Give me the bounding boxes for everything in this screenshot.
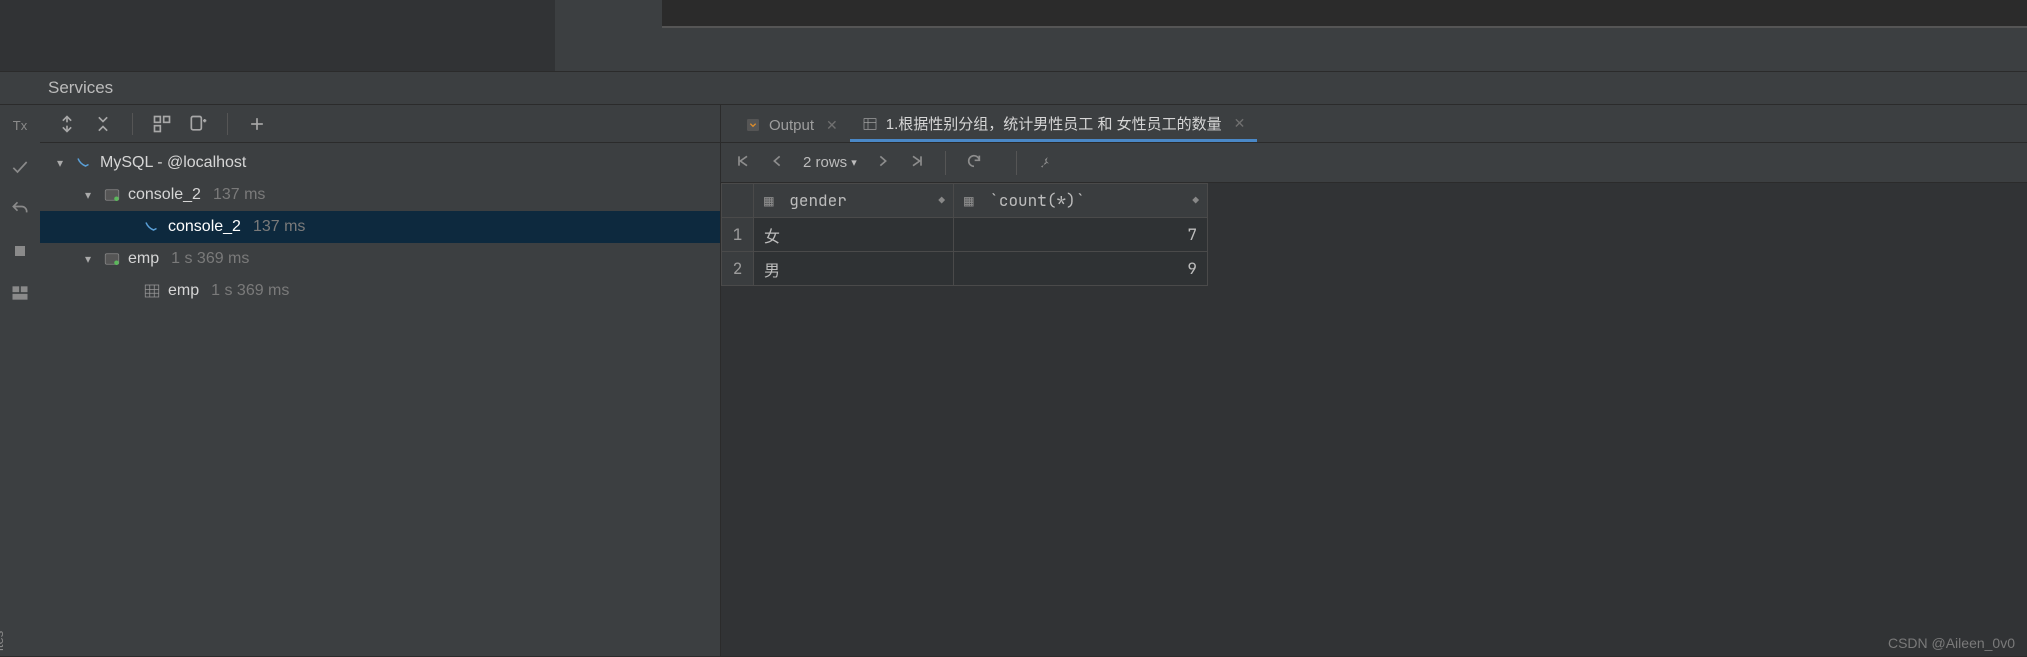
collapse-all-icon[interactable] bbox=[90, 111, 116, 137]
tab-query-result[interactable]: 1.根据性别分组，统计男性员工 和 女性员工的数量 ✕ bbox=[850, 108, 1258, 142]
tree-console-child[interactable]: console_2 137 ms bbox=[40, 211, 720, 243]
tree-item-time: 1 s 369 ms bbox=[171, 250, 249, 268]
first-page-icon[interactable] bbox=[735, 153, 751, 173]
expand-all-icon[interactable] bbox=[54, 111, 80, 137]
rownum-cell: 1 bbox=[722, 218, 754, 252]
close-icon[interactable]: ✕ bbox=[1234, 115, 1246, 132]
last-page-icon[interactable] bbox=[909, 153, 925, 173]
rows-count[interactable]: 2 rows ▾ bbox=[803, 154, 857, 171]
cell-gender[interactable]: 女 bbox=[754, 218, 954, 252]
tree-console-group[interactable]: ▾ console_2 137 ms bbox=[40, 179, 720, 211]
rownum-cell: 2 bbox=[722, 252, 754, 286]
tree-item-time: 1 s 369 ms bbox=[211, 282, 289, 300]
tree-item-label: console_2 bbox=[168, 218, 241, 236]
tree-item-label: emp bbox=[128, 250, 159, 268]
pin-icon[interactable] bbox=[1037, 153, 1053, 173]
col-count-header[interactable]: ▦ `count(*)` ◆ bbox=[954, 184, 1208, 218]
tab-output[interactable]: Output ✕ bbox=[733, 108, 850, 142]
chevron-down-icon: ▾ bbox=[851, 156, 857, 169]
tree-item-time: 137 ms bbox=[213, 186, 265, 204]
table-row[interactable]: 2 男 9 bbox=[722, 252, 1208, 286]
tree-toolbar bbox=[40, 105, 720, 143]
col-label: `count(*)` bbox=[989, 190, 1085, 211]
chevron-down-icon: ▾ bbox=[52, 156, 68, 170]
layout-icon[interactable] bbox=[6, 281, 34, 305]
tab-label: Output bbox=[769, 117, 814, 134]
sort-icon[interactable]: ◆ bbox=[938, 194, 945, 208]
datasource-icon bbox=[74, 153, 94, 173]
cell-count[interactable]: 9 bbox=[954, 252, 1208, 286]
result-grid: ▦ gender ◆ ▦ `count(*)` ◆ 1 bbox=[721, 183, 2027, 656]
rows-label: 2 rows bbox=[803, 154, 847, 171]
undo-icon[interactable] bbox=[6, 197, 34, 221]
chevron-down-icon: ▾ bbox=[80, 188, 96, 202]
col-gender-header[interactable]: ▦ gender ◆ bbox=[754, 184, 954, 218]
grid-toolbar: 2 rows ▾ bbox=[721, 143, 2027, 183]
column-icon: ▦ bbox=[764, 190, 774, 211]
panel-title: Services bbox=[0, 72, 2027, 105]
console-icon bbox=[102, 185, 122, 205]
tx-button[interactable]: Tx bbox=[6, 113, 34, 137]
console-icon bbox=[102, 249, 122, 269]
cell-gender[interactable]: 男 bbox=[754, 252, 954, 286]
cell-count[interactable]: 7 bbox=[954, 218, 1208, 252]
close-icon[interactable]: ✕ bbox=[826, 117, 838, 134]
result-tabs: Output ✕ 1.根据性别分组，统计男性员工 和 女性员工的数量 ✕ bbox=[721, 105, 2027, 143]
reload-icon[interactable] bbox=[966, 153, 982, 173]
watermark: CSDN @Aileen_0v0 bbox=[1888, 635, 2015, 651]
next-page-icon[interactable] bbox=[875, 153, 891, 173]
tree-emp-child[interactable]: emp 1 s 369 ms bbox=[40, 275, 720, 307]
check-icon[interactable] bbox=[6, 155, 34, 179]
tree-root-label: MySQL - @localhost bbox=[100, 154, 246, 172]
column-icon: ▦ bbox=[964, 190, 974, 211]
prev-page-icon[interactable] bbox=[769, 153, 785, 173]
query-icon bbox=[142, 217, 162, 237]
stop-icon[interactable] bbox=[6, 239, 34, 263]
sort-icon[interactable]: ◆ bbox=[1192, 194, 1199, 208]
table-row[interactable]: 1 女 7 bbox=[722, 218, 1208, 252]
tab-label: 1.根据性别分组，统计男性员工 和 女性员工的数量 bbox=[886, 113, 1222, 134]
table-icon bbox=[142, 281, 162, 301]
tree-root-mysql[interactable]: ▾ MySQL - @localhost bbox=[40, 147, 720, 179]
add-icon[interactable] bbox=[244, 111, 270, 137]
tree-item-label: emp bbox=[168, 282, 199, 300]
group-icon[interactable] bbox=[149, 111, 175, 137]
col-label: gender bbox=[789, 190, 847, 211]
services-tree: ▾ MySQL - @localhost ▾ console_2 137 ms bbox=[40, 143, 720, 656]
tree-emp-group[interactable]: ▾ emp 1 s 369 ms bbox=[40, 243, 720, 275]
tree-item-time: 137 ms bbox=[253, 218, 305, 236]
chevron-down-icon: ▾ bbox=[80, 252, 96, 266]
sidebar-vertical-label: ites bbox=[0, 631, 6, 651]
filter-icon[interactable] bbox=[185, 111, 211, 137]
rownum-header bbox=[722, 184, 754, 218]
tree-item-label: console_2 bbox=[128, 186, 201, 204]
left-gutter: Tx bbox=[0, 105, 40, 656]
